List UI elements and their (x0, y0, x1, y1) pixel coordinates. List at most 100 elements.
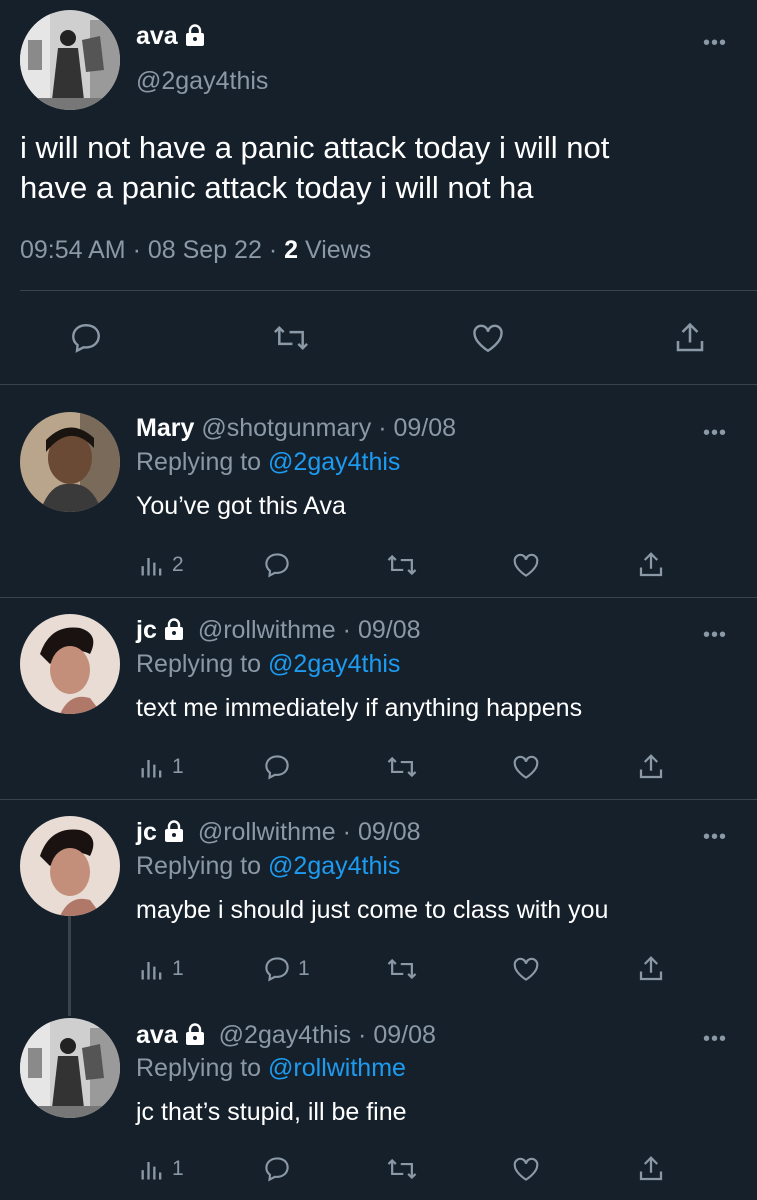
author-handle[interactable]: @2gay4this (136, 67, 268, 96)
separator: · (358, 1021, 367, 1049)
divider (20, 290, 757, 291)
views-icon (141, 760, 162, 778)
more-icon[interactable]: ••• (703, 826, 727, 849)
views-label[interactable]: Views (305, 236, 371, 264)
reply-icon (265, 957, 289, 982)
reply-date[interactable]: 09/08 (373, 1021, 436, 1049)
reply-text: text me immediately if anything happens (136, 694, 583, 722)
like-button[interactable] (470, 320, 506, 356)
reply-date[interactable]: 09/08 (393, 414, 456, 442)
views-button[interactable]: 1 (138, 955, 184, 983)
views-count: 1 (172, 755, 184, 778)
lock-icon (184, 1023, 206, 1045)
retweet-button[interactable] (272, 320, 310, 356)
reply-count: 1 (298, 957, 310, 980)
tweet-date[interactable]: 08 Sep 22 (148, 236, 262, 264)
reply-date[interactable]: 09/08 (358, 616, 421, 644)
views-button[interactable]: 1 (138, 753, 184, 781)
like-button[interactable] (511, 550, 541, 580)
replying-to-label: Replying to (136, 448, 262, 476)
reply-author-name[interactable]: jc (136, 818, 157, 846)
share-icon (639, 552, 663, 577)
views-icon (141, 1162, 162, 1180)
avatar-ava[interactable] (20, 1018, 120, 1118)
separator: · (342, 616, 351, 644)
reply-author-name[interactable]: jc (136, 616, 157, 644)
separator: · (268, 236, 278, 264)
like-icon (513, 1157, 539, 1181)
divider (0, 799, 757, 800)
reply-icon (265, 755, 289, 780)
share-button[interactable] (636, 1154, 666, 1184)
separator: · (342, 818, 351, 846)
reply-author-name[interactable]: Mary (136, 414, 194, 442)
retweet-icon (387, 1158, 417, 1180)
replying-to-handle[interactable]: @2gay4this (268, 650, 400, 678)
share-button[interactable] (636, 954, 666, 984)
share-icon (639, 956, 663, 981)
more-icon[interactable]: ••• (703, 1028, 727, 1051)
views-button[interactable]: 1 (138, 1155, 184, 1183)
share-button[interactable] (672, 320, 708, 356)
thread-connector (68, 916, 71, 1016)
retweet-button[interactable] (386, 1154, 418, 1184)
share-button[interactable] (636, 550, 666, 580)
retweet-button[interactable] (386, 550, 418, 580)
views-button[interactable]: 2 (138, 551, 184, 579)
reply-button[interactable] (262, 1154, 298, 1184)
like-button[interactable] (511, 954, 541, 984)
like-button[interactable] (511, 752, 541, 782)
views-count: 1 (172, 957, 184, 980)
replying-to-handle[interactable]: @rollwithme (268, 1054, 406, 1082)
reply-button[interactable] (262, 550, 298, 580)
share-icon (676, 322, 704, 352)
lock-icon (184, 24, 206, 46)
reply-author-handle[interactable]: @2gay4this (219, 1021, 351, 1049)
more-icon[interactable]: ••• (703, 624, 727, 647)
reply-icon (265, 553, 289, 578)
like-button[interactable] (511, 1154, 541, 1184)
replying-to-handle[interactable]: @2gay4this (268, 448, 400, 476)
share-icon (639, 754, 663, 779)
reply-author-handle[interactable]: @rollwithme (198, 616, 336, 644)
tweet-text-line-1: i will not have a panic attack today i w… (20, 130, 610, 165)
retweet-button[interactable] (386, 954, 418, 984)
retweet-button[interactable] (386, 752, 418, 782)
reply-icon (265, 1157, 289, 1182)
views-count: 1 (172, 1157, 184, 1180)
reply-icon (72, 324, 100, 353)
avatar-ava[interactable] (20, 10, 120, 110)
more-icon[interactable]: ••• (703, 422, 727, 445)
retweet-icon (387, 554, 417, 576)
divider (0, 597, 757, 598)
lock-icon (163, 820, 185, 842)
avatar-jc[interactable] (20, 614, 120, 714)
views-count: 2 (172, 553, 184, 576)
divider (0, 384, 757, 385)
author-name[interactable]: ava (136, 22, 178, 50)
reply-button[interactable] (68, 320, 104, 356)
reply-author-name[interactable]: ava (136, 1021, 178, 1049)
reply-button[interactable]: 1 (262, 954, 310, 984)
separator: · (378, 414, 387, 442)
like-icon (513, 755, 539, 779)
more-icon[interactable]: ••• (703, 32, 727, 55)
reply-date[interactable]: 09/08 (358, 818, 421, 846)
avatar-jc[interactable] (20, 816, 120, 916)
views-icon (141, 962, 162, 980)
reply-button[interactable] (262, 752, 298, 782)
avatar-mary[interactable] (20, 412, 120, 512)
tweet-time[interactable]: 09:54 AM (20, 236, 126, 264)
reply-author-handle[interactable]: @shotgunmary (201, 414, 371, 442)
replying-to-label: Replying to (136, 650, 262, 678)
like-icon (473, 324, 503, 353)
share-button[interactable] (636, 752, 666, 782)
reply-author-handle[interactable]: @rollwithme (198, 818, 336, 846)
views-count[interactable]: 2 (284, 236, 298, 264)
like-icon (513, 553, 539, 577)
replying-to-handle[interactable]: @2gay4this (268, 852, 400, 880)
replying-to-label: Replying to (136, 1054, 262, 1082)
separator: · (132, 236, 141, 264)
share-icon (639, 1156, 663, 1181)
retweet-icon (387, 756, 417, 778)
